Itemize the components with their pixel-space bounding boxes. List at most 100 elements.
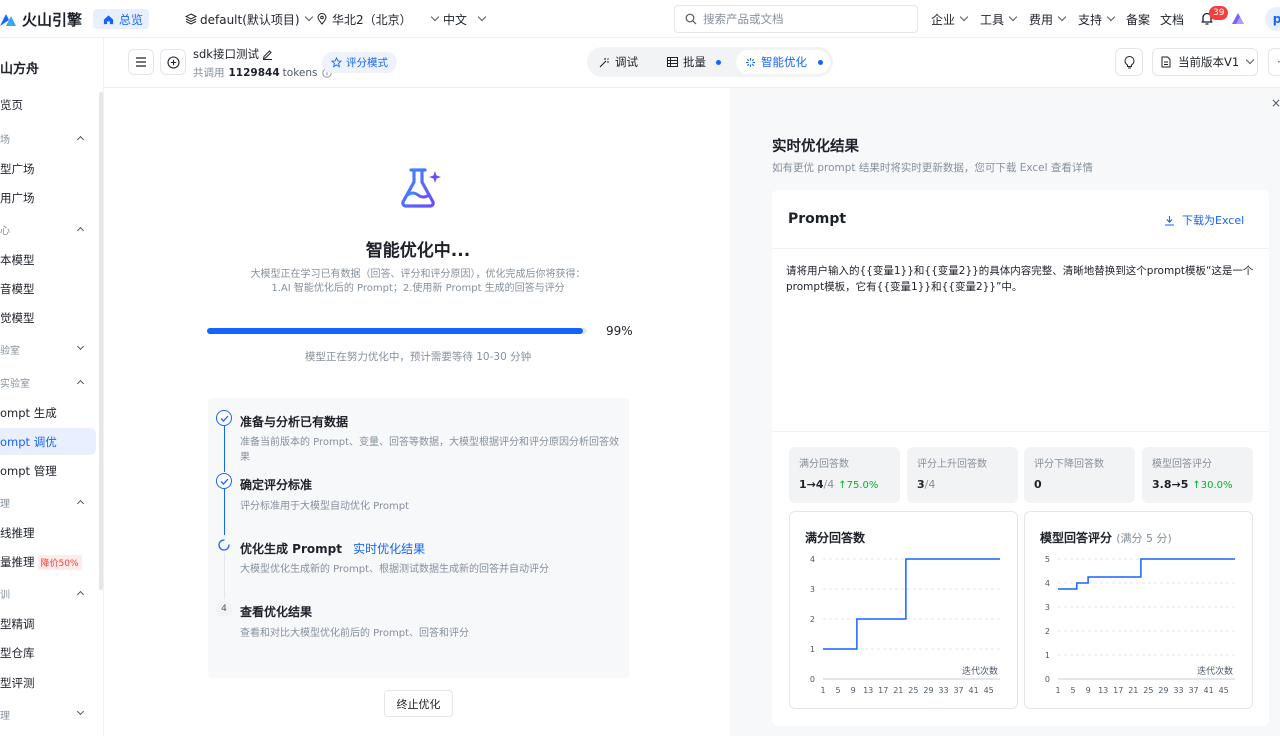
chevron-up-icon [76,499,85,508]
sidebar-item-overview[interactable]: 览页 [0,91,100,119]
sidebar-item-voice-model[interactable]: 音模型 [0,275,100,303]
x-tick-label: 1 [1055,686,1060,695]
scoring-mode-label: 评分模式 [346,57,388,69]
sidebar-group-lab[interactable]: 验室 [0,335,100,363]
menu-enterprise[interactable]: 企业 [931,0,969,38]
chart-model-score-card: 模型回答评分 (满分 5 分) 0 1 2 3 4 5 1 5 9 13 17 21 25 29 33 37 4… [1024,511,1253,709]
tab-smart-optimize[interactable]: 智能优化 [736,50,830,74]
menu-support[interactable]: 支持 [1078,0,1116,38]
x-tick-label: 25 [1143,686,1153,695]
sidebar-group-prompt-lab[interactable]: 实验室 [0,368,100,396]
stat-delta: ↑75.0% [838,480,879,491]
realtime-result-link[interactable]: 实时优化结果 [353,542,425,556]
language-chevron[interactable] [473,0,487,38]
scoring-mode-badge[interactable]: 评分模式 [322,52,397,73]
progress-track [207,328,587,334]
x-tick-label: 21 [1128,686,1138,695]
tab-label: 智能优化 [761,55,807,69]
add-button[interactable] [160,49,186,75]
close-icon[interactable]: × [1271,96,1280,110]
chevron-down-icon [304,12,313,22]
x-tick-label: 13 [1098,686,1108,695]
menu-billing[interactable]: 费用 [1029,0,1067,38]
x-tick-label: 45 [1219,686,1229,695]
home-icon [103,14,114,24]
sidebar-item-finetune[interactable]: 型精调 [0,610,100,638]
x-tick-label: 29 [1158,686,1168,695]
language-selector[interactable]: 中文 [443,0,467,38]
sidebar-item-model-repo[interactable]: 型仓库 [0,639,100,667]
optimize-desc-line1: 大模型正在学习已有数据（回答、评分和评分原因），优化完成后你将获得： [250,269,586,280]
sidebar-item-prompt-manage[interactable]: ompt 管理 [0,457,100,485]
language-label: 中文 [443,12,468,27]
optimize-desc-line2: 1.AI 智能优化后的 Prompt；2.使用新 Prompt 生成的回答与评分 [271,283,565,294]
docs-label: 文档 [1160,12,1185,27]
sidebar-group-label: 场 [0,134,10,146]
sidebar-item-prompt-generate[interactable]: ompt 生成 [0,399,100,427]
step-number: 4 [216,601,232,617]
sidebar-group-label: 理 [0,710,10,722]
menu-label: 支持 [1078,12,1103,27]
tab-debug[interactable]: 调试 [599,47,638,77]
prompt-text-line2: prompt模板，它有{{变量1}}和{{变量2}}”中。 [786,281,1023,293]
x-tick-label: 9 [1086,686,1091,695]
sidebar-item-online-inference[interactable]: 线推理 [0,519,100,547]
region-selector[interactable]: 华北2（北京） [317,0,439,38]
sidebar-item-text-model[interactable]: 本模型 [0,246,100,274]
project-selector[interactable]: default(默认项目) [185,0,313,38]
stat-label: 模型回答评分 [1152,459,1212,470]
sidebar-item-label: ompt 调优 [0,434,57,449]
more-button[interactable]: ··· [1268,48,1280,76]
x-tick-label: 41 [1204,686,1214,695]
edit-pencil-icon[interactable] [262,49,273,60]
sidebar-item-vision-model[interactable]: 觉模型 [0,304,100,332]
x-tick-label: 45 [984,686,994,695]
series-line [1058,558,1235,590]
sidebar-item-prompt-tune[interactable]: ompt 调优 [0,428,96,455]
y-tick-label: 0 [810,675,815,684]
task-name[interactable]: sdk接口测试 [193,46,273,62]
sidebar-group-inference[interactable]: 理 [0,488,100,516]
download-excel-button[interactable]: 下载为Excel [1164,212,1244,228]
x-tick-label: 21 [893,686,903,695]
tab-overview[interactable]: 总览 [93,9,149,29]
region-name: 华北2（北京） [332,12,412,27]
x-tick-label: 13 [863,686,873,695]
sidebar-item-batch-inference[interactable]: 量推理 降价50% [0,548,100,576]
stat-denominator: /4 [924,478,936,491]
sidebar-group-center[interactable]: 心 [0,215,100,243]
check-circle-icon [216,410,232,426]
document-icon [1161,56,1171,68]
sidebar-group-training[interactable]: 训 [0,579,100,607]
sidebar-item-model-eval[interactable]: 型评测 [0,669,100,697]
sidebar-item-app-square[interactable]: 用广场 [0,184,100,212]
results-title: 实时优化结果 [772,139,859,155]
chevron-down-icon [1008,12,1018,22]
prompt-label: Prompt [788,211,847,227]
sidebar-item-model-square[interactable]: 型广场 [0,155,100,183]
y-tick-label: 0 [1045,675,1050,684]
x-tick-label: 5 [836,686,841,695]
chevron-down-icon [959,12,969,22]
sidebar-group-square[interactable]: 场 [0,124,100,152]
link-docs[interactable]: 文档 [1160,0,1184,38]
stat-label: 评分下降回答数 [1034,459,1104,470]
stat-model-score: 模型回答评分 3.8→5 ↑30.0% [1142,447,1253,503]
sidebar-group-manage[interactable]: 理 [0,700,100,728]
menu-tools[interactable]: 工具 [980,0,1018,38]
brand[interactable]: 火山引擎 [0,0,82,38]
tab-batch[interactable]: 批量 [667,47,721,77]
link-beian[interactable]: 备案 [1126,0,1150,38]
version-selector[interactable]: 当前版本V1 [1152,48,1258,76]
search-input[interactable]: 搜索产品或文档 [674,5,918,33]
stop-optimize-button[interactable]: 终止优化 [384,690,453,717]
stat-value: 3 [917,478,925,491]
avatar[interactable]: p [1265,7,1280,31]
menu-toggle-button[interactable] [128,49,154,75]
hint-button[interactable] [1115,48,1143,76]
progress-percent: 99% [606,324,633,338]
progress-fill [207,328,584,334]
x-tick-label: 33 [938,686,948,695]
arco-logo-icon[interactable] [1231,11,1245,25]
sidebar-item-label: ompt 生成 [0,406,57,420]
